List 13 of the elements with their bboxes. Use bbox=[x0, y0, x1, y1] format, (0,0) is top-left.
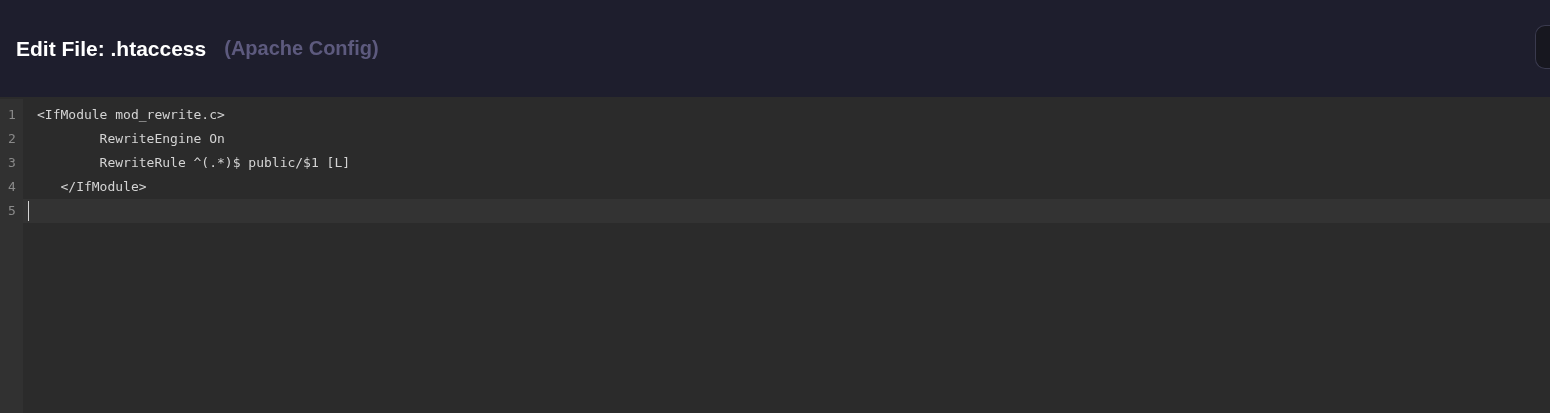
text-cursor bbox=[28, 201, 29, 221]
code-line: <IfModule mod_rewrite.c> bbox=[37, 107, 225, 122]
line-number: 2 bbox=[7, 130, 17, 148]
line-number: 1 bbox=[7, 106, 17, 124]
page-title: Edit File: .htaccess bbox=[16, 36, 207, 61]
line-number: 4 bbox=[7, 178, 17, 196]
line-number: 5 bbox=[7, 202, 17, 220]
code-editor[interactable]: 1 2 3 4 5 <IfModule mod_rewrite.c> RewriteEngine On RewriteRule ^(.*)$ public/$1 [L] </IfModule> bbox=[0, 97, 1550, 413]
code-line: RewriteRule ^(.*)$ public/$1 [L] bbox=[98, 155, 351, 170]
code-line: RewriteEngine On bbox=[98, 131, 225, 146]
line-number: 3 bbox=[7, 154, 17, 172]
page-subtitle: (Apache Config) bbox=[224, 37, 379, 60]
code-line: </IfModule> bbox=[59, 179, 147, 194]
